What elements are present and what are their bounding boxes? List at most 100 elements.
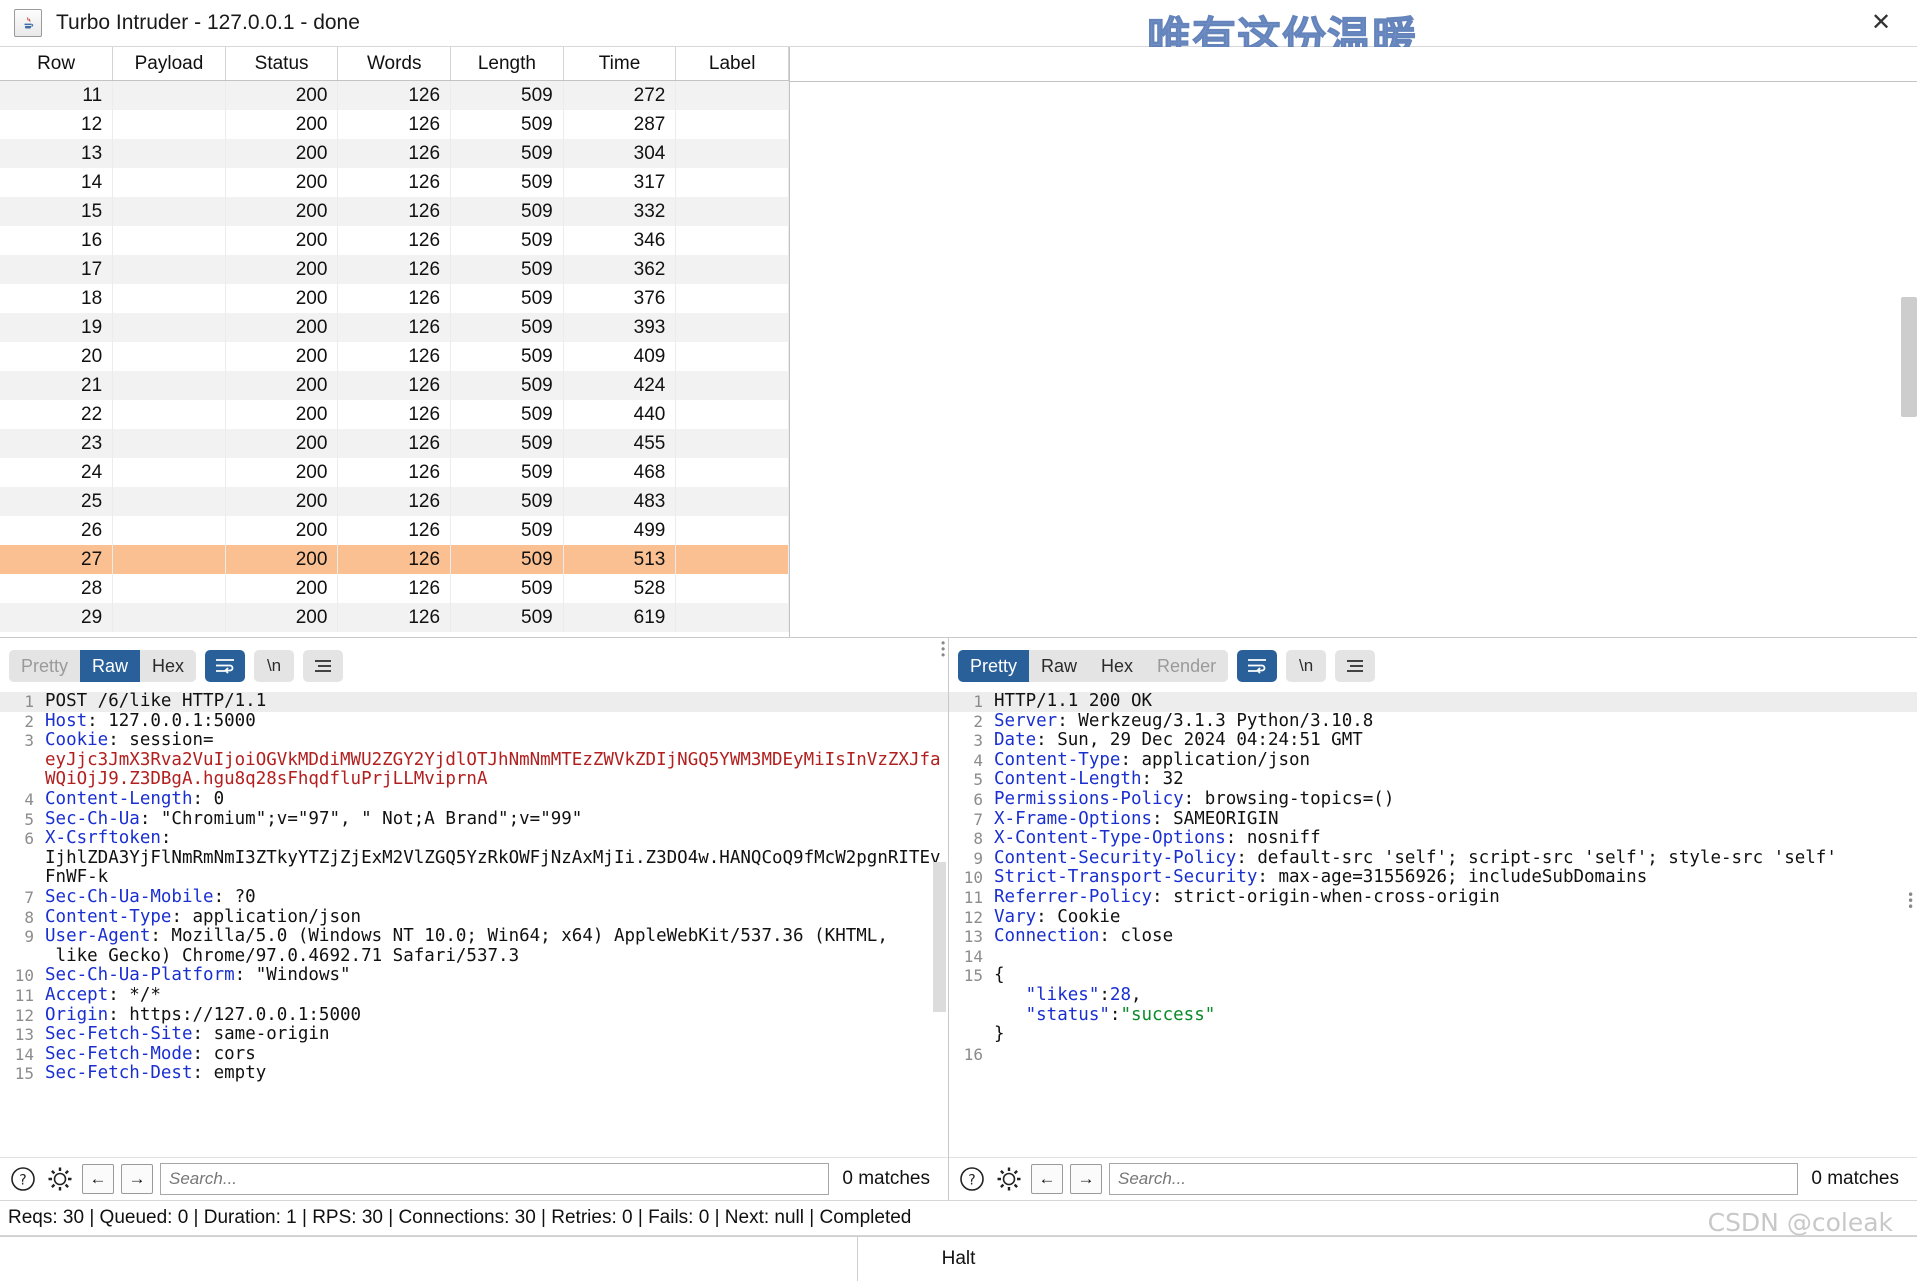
table-row[interactable]: 12 200 126 509 287 <box>0 110 789 139</box>
cell-payload <box>112 371 226 400</box>
table-row[interactable]: 15 200 126 509 332 <box>0 197 789 226</box>
cell-words: 126 <box>337 168 452 197</box>
splitter-handle-right[interactable]: • • • <box>1907 889 1914 913</box>
response-search-input[interactable]: Search... <box>1109 1163 1799 1195</box>
request-line-number: 7 <box>24 887 34 907</box>
request-line-number: 9 <box>24 927 34 947</box>
table-row[interactable]: 24 200 126 509 468 <box>0 458 789 487</box>
response-code-viewer[interactable]: 1 HTTP/1.1 200 OK 2 Server: Werkzeug/3.1.3 … <box>949 692 1917 1157</box>
table-row[interactable]: 13 200 126 509 304 <box>0 139 789 168</box>
table-row[interactable]: 17 200 126 509 362 <box>0 255 789 284</box>
table-row[interactable]: 23 200 126 509 455 <box>0 429 789 458</box>
request-newline-button[interactable]: \n <box>254 650 295 682</box>
request-line: 4 Content-Length: 0 <box>0 789 948 810</box>
response-line-number: 8 <box>973 829 983 849</box>
table-row[interactable]: 22 200 126 509 440 <box>0 400 789 429</box>
table-row[interactable]: 25 200 126 509 483 <box>0 487 789 516</box>
cell-length: 509 <box>450 80 564 110</box>
response-line-text: Content-Length: 32 <box>994 769 1184 790</box>
response-word-wrap-icon[interactable] <box>1237 650 1278 682</box>
response-line-number: 4 <box>973 750 983 770</box>
table-row[interactable]: 29 200 126 509 619 <box>0 603 789 632</box>
response-line-text <box>990 1045 1917 1065</box>
table-row[interactable]: 27 200 126 509 513 <box>0 545 789 574</box>
column-header-words[interactable]: Words <box>337 47 452 81</box>
request-gear-icon[interactable] <box>45 1164 75 1194</box>
cell-time: 424 <box>563 371 677 400</box>
cell-length: 509 <box>450 342 564 371</box>
request-line-number: 5 <box>24 809 34 829</box>
request-search-prev-icon[interactable]: ← <box>82 1164 114 1194</box>
request-line-number: 11 <box>14 985 34 1005</box>
table-row[interactable]: 19 200 126 509 393 <box>0 313 789 342</box>
response-line: 4 Content-Type: application/json <box>949 750 1917 771</box>
request-search-input[interactable]: Search... <box>160 1163 830 1195</box>
table-row[interactable]: 20 200 126 509 409 <box>0 342 789 371</box>
java-coffee-icon <box>14 9 42 37</box>
response-tab-render[interactable]: Render <box>1145 650 1229 682</box>
cell-payload <box>112 400 226 429</box>
column-header-time[interactable]: Time <box>563 47 677 81</box>
response-newline-button[interactable]: \n <box>1286 650 1327 682</box>
splitter-handle-middle[interactable]: • • • <box>941 637 947 661</box>
cell-length: 509 <box>450 487 564 516</box>
table-row[interactable]: 14 200 126 509 317 <box>0 168 789 197</box>
svg-text:?: ? <box>19 1173 26 1189</box>
request-line-text: Content-Type: application/json <box>45 906 362 927</box>
response-gear-icon[interactable] <box>994 1164 1024 1194</box>
response-tab-raw[interactable]: Raw <box>1029 650 1090 682</box>
cell-payload <box>112 545 226 574</box>
cell-length: 509 <box>450 197 564 226</box>
table-row[interactable]: 28 200 126 509 528 <box>0 574 789 603</box>
close-icon[interactable]: ✕ <box>1859 6 1903 40</box>
table-row[interactable]: 11 200 126 509 272 <box>0 80 789 110</box>
results-vertical-scrollbar[interactable] <box>1901 297 1917 417</box>
title-bar: Turbo Intruder - 127.0.0.1 - done 唯有这份温暖… <box>0 0 1917 65</box>
cell-label <box>675 458 789 487</box>
request-tab-hex[interactable]: Hex <box>140 650 197 682</box>
request-word-wrap-icon[interactable] <box>205 650 246 682</box>
response-tab-hex[interactable]: Hex <box>1089 650 1146 682</box>
cell-time: 332 <box>563 197 677 226</box>
request-question-mark-icon[interactable]: ? <box>8 1164 38 1194</box>
request-tab-pretty[interactable]: Pretty <box>9 650 81 682</box>
table-row[interactable]: 21 200 126 509 424 <box>0 371 789 400</box>
column-header-payload[interactable]: Payload <box>112 47 226 81</box>
response-search-next-icon[interactable]: → <box>1070 1164 1102 1194</box>
halt-button[interactable]: Halt <box>0 1237 1917 1281</box>
request-vertical-scrollbar[interactable] <box>933 862 946 1012</box>
cell-words: 126 <box>337 545 452 574</box>
table-row[interactable]: 18 200 126 509 376 <box>0 284 789 313</box>
cell-row: 25 <box>0 487 114 516</box>
request-line: eyJjc3JmX3Rva2VuIjoiOGVkMDdiMWU2ZGY2Yjdl… <box>0 750 948 790</box>
request-line-text: Sec-Fetch-Mode: cors <box>45 1043 256 1064</box>
response-hamburger-menu-icon[interactable] <box>1335 650 1376 682</box>
cell-row: 28 <box>0 574 114 603</box>
request-code-viewer[interactable]: 1 POST /6/like HTTP/1.1 2 Host: 127.0.0.1:5… <box>0 692 948 1157</box>
cell-label <box>675 168 789 197</box>
cell-payload <box>112 284 226 313</box>
cell-time: 272 <box>563 80 677 110</box>
request-hamburger-menu-icon[interactable] <box>303 650 344 682</box>
column-header-label[interactable]: Label <box>675 47 789 81</box>
request-line-text: Accept: */* <box>45 984 161 1005</box>
column-header-length[interactable]: Length <box>450 47 564 81</box>
table-row[interactable]: 16 200 126 509 346 <box>0 226 789 255</box>
column-header-row[interactable]: Row <box>0 47 114 81</box>
response-line: 14 <box>949 947 1917 967</box>
request-search-next-icon[interactable]: → <box>121 1164 153 1194</box>
response-line: 11 Referrer-Policy: strict-origin-when-cr… <box>949 887 1917 908</box>
column-header-status[interactable]: Status <box>225 47 339 81</box>
table-row[interactable]: 26 200 126 509 499 <box>0 516 789 545</box>
cell-label <box>675 371 789 400</box>
cell-status: 200 <box>225 458 339 487</box>
cell-time: 304 <box>563 139 677 168</box>
response-tab-pretty[interactable]: Pretty <box>958 650 1030 682</box>
cell-time: 619 <box>563 603 677 632</box>
response-search-prev-icon[interactable]: ← <box>1031 1164 1063 1194</box>
cell-length: 509 <box>450 110 564 139</box>
cell-time: 346 <box>563 226 677 255</box>
cell-label <box>675 516 789 545</box>
request-tab-raw[interactable]: Raw <box>80 650 141 682</box>
response-question-mark-icon[interactable]: ? <box>957 1164 987 1194</box>
